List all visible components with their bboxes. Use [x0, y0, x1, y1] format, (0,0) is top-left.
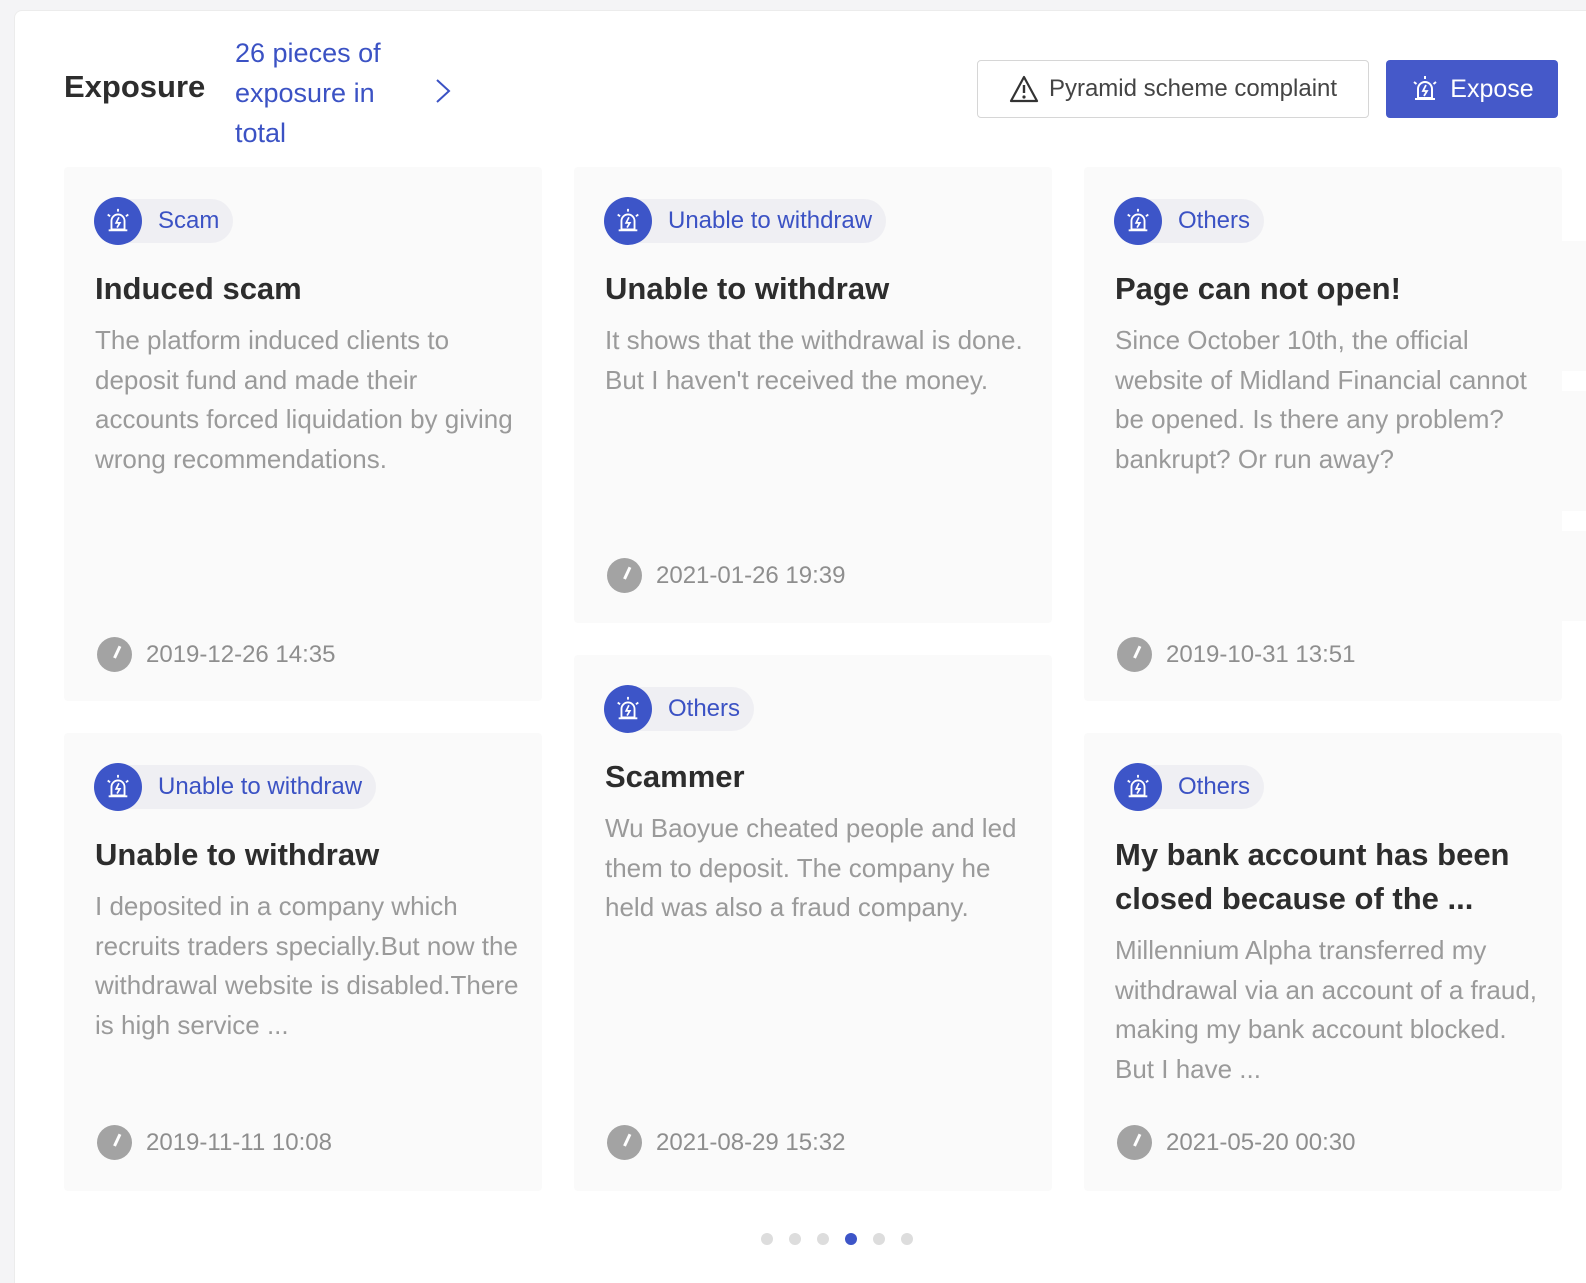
date-text: 2019-12-26 14:35	[146, 640, 336, 668]
pagination-dot[interactable]	[845, 1233, 857, 1245]
warning-icon	[1009, 75, 1039, 103]
card-description: Since October 10th, the official website…	[1115, 325, 1527, 474]
expose-button-label: Expose	[1450, 74, 1534, 103]
alarm-icon	[1114, 197, 1162, 245]
card-title: Unable to withdraw	[605, 271, 890, 306]
card-description: The platform induced clients to deposit …	[95, 325, 513, 474]
exposure-card[interactable]: Scam Induced scam The platform induced c…	[64, 167, 542, 701]
card-title: Induced scam	[95, 271, 302, 306]
card-timestamp: 2021-05-20 00:30	[1117, 1125, 1356, 1160]
clock-icon	[607, 1125, 642, 1160]
clock-icon	[1117, 637, 1152, 672]
date-text: 2021-01-26 19:39	[656, 561, 846, 589]
exposure-panel: Exposure 26 pieces of exposure in total …	[14, 10, 1586, 1283]
card-title: Scammer	[605, 759, 745, 794]
pagination-dot[interactable]	[901, 1233, 913, 1245]
date-text: 2021-05-20 00:30	[1166, 1128, 1356, 1156]
pagination-dot[interactable]	[761, 1233, 773, 1245]
card-description: Millennium Alpha transferred my withdraw…	[1115, 935, 1538, 1084]
card-timestamp: 2021-01-26 19:39	[607, 558, 846, 593]
alarm-icon	[94, 197, 142, 245]
card-timestamp: 2019-12-26 14:35	[97, 637, 336, 672]
card-description: I deposited in a company which recruits …	[95, 891, 519, 1040]
category-tag: Scam	[94, 197, 234, 245]
category-tag: Others	[1114, 197, 1265, 245]
carousel-pagination	[761, 1233, 913, 1245]
category-tag: Others	[1114, 763, 1265, 811]
next-card-edge	[1539, 391, 1586, 511]
alarm-icon	[1114, 763, 1162, 811]
pagination-dot[interactable]	[789, 1233, 801, 1245]
exposure-card[interactable]: Unable to withdraw Unable to withdraw It…	[574, 167, 1052, 623]
pagination-dot[interactable]	[817, 1233, 829, 1245]
category-tag: Others	[604, 685, 755, 733]
card-timestamp: 2019-10-31 13:51	[1117, 637, 1356, 672]
date-text: 2021-08-29 15:32	[656, 1128, 846, 1156]
card-timestamp: 2021-08-29 15:32	[607, 1125, 846, 1160]
pyramid-complaint-button[interactable]: Pyramid scheme complaint	[977, 60, 1369, 118]
card-title: Page can not open!	[1115, 271, 1401, 306]
card-title: Unable to withdraw	[95, 837, 380, 872]
card-description: Wu Baoyue cheated people and led them to…	[605, 813, 1017, 922]
clock-icon	[97, 637, 132, 672]
chevron-right-icon[interactable]	[431, 76, 455, 106]
exposure-card[interactable]: Unable to withdraw Unable to withdraw I …	[64, 733, 542, 1191]
alarm-icon	[604, 197, 652, 245]
alarm-icon	[1413, 76, 1437, 100]
category-tag: Unable to withdraw	[94, 763, 377, 811]
date-text: 2019-11-11 10:08	[146, 1128, 332, 1156]
exposure-card[interactable]: Others Scammer Wu Baoyue cheated people …	[574, 655, 1052, 1191]
clock-icon	[607, 558, 642, 593]
complaint-button-label: Pyramid scheme complaint	[1048, 75, 1338, 102]
exposure-card[interactable]: Others My bank account has been closed b…	[1084, 733, 1562, 1191]
category-tag: Unable to withdraw	[604, 197, 887, 245]
card-description: It shows that the withdrawal is done. Bu…	[605, 325, 1023, 395]
alarm-icon	[94, 763, 142, 811]
category-label: Unable to withdraw	[632, 199, 887, 243]
clock-icon	[97, 1125, 132, 1160]
exposure-count-link[interactable]: 26 pieces of exposure in total	[235, 33, 420, 153]
date-text: 2019-10-31 13:51	[1166, 640, 1356, 668]
card-timestamp: 2019-11-11 10:08	[97, 1125, 332, 1160]
section-title: Exposure	[64, 69, 206, 104]
card-title: My bank account has been closed because …	[1115, 837, 1510, 916]
clock-icon	[1117, 1125, 1152, 1160]
exposure-card[interactable]: Others Page can not open! Since October …	[1084, 167, 1562, 701]
pagination-dot[interactable]	[873, 1233, 885, 1245]
category-label: Unable to withdraw	[122, 765, 377, 809]
alarm-icon	[604, 685, 652, 733]
next-card-edge	[1539, 531, 1586, 621]
next-card-edge	[1539, 241, 1586, 371]
expose-button[interactable]: Expose	[1386, 60, 1558, 118]
